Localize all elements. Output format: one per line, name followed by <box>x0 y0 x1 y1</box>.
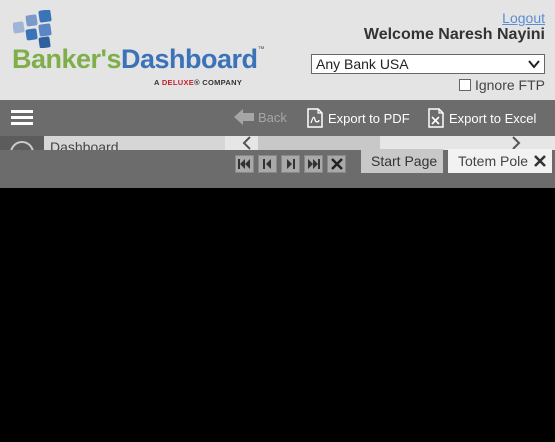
logo-wordmark: Banker'sDashboard™ <box>12 46 264 73</box>
prev-page-button[interactable] <box>258 155 277 173</box>
tab-start-page-label: Start Page <box>371 153 438 169</box>
logo-tagline-brand: DELUXE <box>161 78 195 87</box>
back-button[interactable]: Back <box>233 108 287 126</box>
pdf-icon <box>307 108 323 128</box>
report-nav-bar: Dashboard Start Page Totem Pole <box>0 136 555 188</box>
logout-link[interactable]: Logout <box>502 10 545 26</box>
ignore-ftp-label: Ignore FTP <box>474 77 545 93</box>
chevron-right-icon[interactable] <box>511 136 521 150</box>
export-excel-button[interactable]: Export to Excel <box>427 108 536 128</box>
bank-select-value: Any Bank USA <box>316 56 409 72</box>
sidebar-item-dashboard[interactable]: Dashboard <box>44 136 225 150</box>
back-label: Back <box>258 109 287 125</box>
menu-icon[interactable] <box>11 110 33 128</box>
excel-icon <box>428 108 444 128</box>
next-page-button[interactable] <box>281 155 300 173</box>
tab-start-page[interactable]: Start Page <box>361 149 443 173</box>
close-icon <box>330 158 343 170</box>
tab-totem-pole[interactable]: Totem Pole <box>448 149 552 173</box>
last-page-icon <box>308 159 320 169</box>
logo-tagline-suffix: ® COMPANY <box>194 78 243 87</box>
logo-bankers-text: Banker's <box>12 44 121 74</box>
toolbar: Back Export to PDF Export to Excel <box>0 100 555 136</box>
logo-tagline-prefix: A <box>154 78 162 87</box>
chevron-down-icon <box>528 60 540 69</box>
close-report-button[interactable] <box>327 155 346 173</box>
first-page-icon <box>238 159 250 169</box>
ignore-ftp-checkbox[interactable] <box>458 79 471 91</box>
prev-page-icon <box>263 159 271 169</box>
export-excel-label: Export to Excel <box>449 110 537 126</box>
close-icon[interactable] <box>534 155 546 167</box>
first-page-button[interactable] <box>235 155 254 173</box>
tab-scrollbar[interactable] <box>225 136 555 150</box>
export-pdf-label: Export to PDF <box>328 110 410 126</box>
sidebar-icon-strip <box>0 136 44 150</box>
logo-dashboard-text: Dashboard <box>120 44 258 74</box>
export-pdf-button[interactable]: Export to PDF <box>306 108 410 128</box>
scrollbar-thumb[interactable] <box>258 136 380 150</box>
logo-tm: ™ <box>257 46 265 53</box>
header: Banker'sDashboard™ A DELUXE® COMPANY Log… <box>0 0 555 100</box>
chevron-left-icon[interactable] <box>242 136 252 150</box>
logo-tagline: A DELUXE® COMPANY <box>154 78 242 87</box>
bank-select[interactable]: Any Bank USA <box>311 54 545 74</box>
sidebar-item-label: Dashboard <box>50 139 119 150</box>
logo-mark-icon <box>13 10 52 48</box>
dashboard-icon[interactable] <box>8 139 38 150</box>
welcome-text: Welcome Naresh Nayini <box>363 26 545 43</box>
back-arrow-icon <box>234 109 254 125</box>
tab-totem-pole-label: Totem Pole <box>458 153 529 169</box>
ignore-ftp-control[interactable]: Ignore FTP <box>458 77 545 93</box>
next-page-icon <box>287 159 295 169</box>
report-content-area <box>0 188 555 442</box>
last-page-button[interactable] <box>304 155 323 173</box>
